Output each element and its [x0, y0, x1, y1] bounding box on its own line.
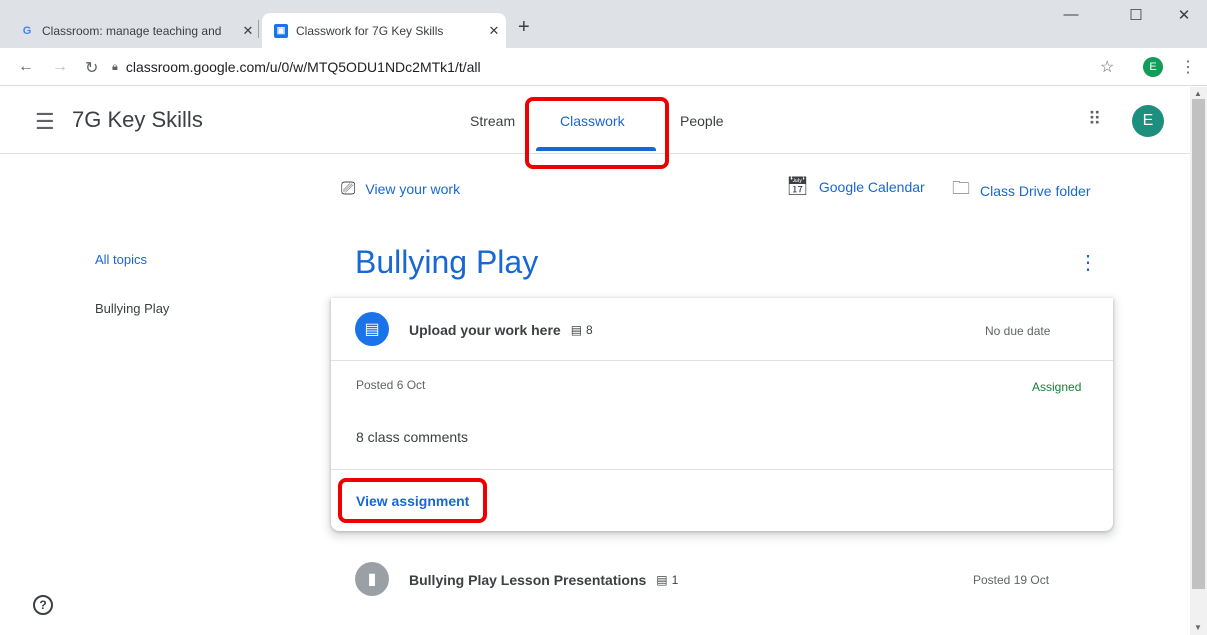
- url-field[interactable]: 🔒︎ classroom.google.com/u/0/w/MTQ5ODU1ND…: [112, 54, 1132, 80]
- browser-tab-strip: G Classroom: manage teaching and ✕ ▣ Cla…: [0, 0, 1207, 48]
- google-apps-icon[interactable]: ⠿: [1088, 109, 1101, 130]
- folder-icon: 🗀: [952, 178, 970, 198]
- assignment-icon: ▤: [355, 312, 389, 346]
- close-window-icon[interactable]: ✕: [1161, 6, 1207, 24]
- close-tab-icon[interactable]: ✕: [482, 23, 506, 39]
- view-your-work-link[interactable]: ⎚ View your work: [341, 178, 460, 199]
- url-text: classroom.google.com/u/0/w/MTQ5ODU1NDc2M…: [125, 59, 481, 75]
- comment-icon: ▤: [656, 573, 668, 587]
- scroll-thumb[interactable]: [1192, 99, 1205, 589]
- topic-bullying-play[interactable]: Bullying Play: [95, 301, 169, 316]
- material-title-row[interactable]: Bullying Play Lesson Presentations ▤ 1: [409, 572, 678, 588]
- topic-more-options-icon[interactable]: ⋮: [1078, 250, 1098, 275]
- comment-icon: ▤: [570, 323, 583, 337]
- assignment-ind-icon: ⎚: [341, 178, 356, 198]
- class-title[interactable]: 7G Key Skills: [72, 107, 203, 133]
- google-calendar-link[interactable]: 📅︎ Google Calendar: [786, 176, 925, 197]
- comment-count: 8: [586, 323, 593, 337]
- browser-menu-icon[interactable]: ⋮: [1180, 57, 1196, 77]
- topic-heading: Bullying Play: [355, 244, 539, 280]
- material-posted-date: Posted 19 Oct: [973, 573, 1050, 587]
- status-badge: Assigned: [1032, 380, 1082, 394]
- classroom-favicon-icon: ▣: [274, 23, 288, 38]
- help-icon[interactable]: ?: [33, 595, 53, 615]
- maximize-icon[interactable]: ☐: [1113, 6, 1159, 24]
- reload-icon[interactable]: ↻: [85, 58, 98, 78]
- back-icon[interactable]: ←: [18, 58, 34, 76]
- view-your-work-label: View your work: [365, 180, 461, 197]
- material-icon: ▮: [355, 562, 389, 596]
- tab-title: Classwork for 7G Key Skills: [296, 23, 444, 38]
- address-bar-row: ← → ↻ 🔒︎ classroom.google.com/u/0/w/MTQ5…: [0, 48, 1207, 86]
- assignment-title-row[interactable]: Upload your work here ▤ 8: [409, 322, 593, 338]
- scroll-up-icon[interactable]: ▲: [1194, 89, 1202, 98]
- lock-icon: 🔒︎: [112, 60, 118, 73]
- browser-profile-avatar[interactable]: E: [1143, 57, 1163, 77]
- calendar-icon: 📅︎: [786, 176, 809, 196]
- tab-people[interactable]: People: [680, 113, 724, 129]
- new-tab-button[interactable]: +: [518, 16, 530, 39]
- comment-count: 1: [671, 573, 679, 587]
- tab-separator: [258, 20, 259, 38]
- bookmark-star-icon[interactable]: ☆: [1100, 57, 1114, 77]
- tab-stream[interactable]: Stream: [470, 113, 515, 129]
- class-comments-link[interactable]: 8 class comments: [356, 429, 468, 445]
- forward-icon[interactable]: →: [52, 58, 68, 76]
- class-drive-folder-link[interactable]: 🗀 Class Drive folder: [952, 176, 1090, 206]
- posted-date: Posted 6 Oct: [356, 378, 426, 392]
- account-avatar[interactable]: E: [1132, 105, 1164, 137]
- scroll-down-icon[interactable]: ▼: [1194, 623, 1202, 632]
- card-divider: [331, 360, 1113, 361]
- tab-title: Classroom: manage teaching and: [42, 23, 222, 38]
- due-date: No due date: [985, 324, 1051, 338]
- material-title: Bullying Play Lesson Presentations: [409, 572, 647, 588]
- card-divider: [331, 469, 1113, 470]
- google-favicon-icon: G: [22, 24, 32, 37]
- topic-all-topics[interactable]: All topics: [95, 252, 147, 267]
- assignment-title: Upload your work here: [409, 322, 561, 338]
- browser-tab-classroom[interactable]: G Classroom: manage teaching and ✕: [20, 13, 260, 48]
- browser-tab-classwork[interactable]: ▣ Classwork for 7G Key Skills ✕: [262, 13, 506, 48]
- google-calendar-label: Google Calendar: [818, 178, 925, 195]
- minimize-icon[interactable]: —: [1048, 6, 1094, 23]
- main-menu-icon[interactable]: ☰: [35, 109, 55, 135]
- view-assignment-highlight-box: [338, 478, 487, 523]
- classwork-highlight-box: [525, 97, 669, 169]
- close-tab-icon[interactable]: ✕: [236, 23, 260, 39]
- page-scrollbar[interactable]: ▲ ▼: [1190, 87, 1207, 635]
- class-drive-folder-label: Class Drive folder: [980, 183, 1091, 199]
